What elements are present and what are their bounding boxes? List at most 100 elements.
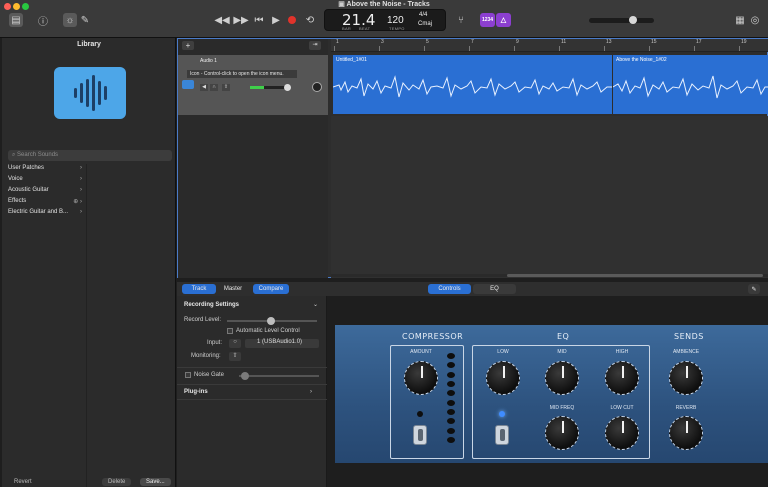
mute-icon[interactable]: ◀ bbox=[200, 84, 208, 91]
mid-eq-knob[interactable] bbox=[545, 361, 579, 395]
chevron-right-icon: › bbox=[80, 209, 82, 215]
library-toggle-icon[interactable]: ▤ bbox=[9, 13, 23, 27]
lcd-tempo-caption: TEMPO bbox=[389, 26, 405, 31]
pan-knob[interactable] bbox=[312, 82, 322, 92]
mid-label: MID bbox=[557, 349, 567, 355]
record-button[interactable] bbox=[288, 16, 296, 24]
compare-button[interactable]: Compare bbox=[253, 284, 289, 294]
audio-region[interactable]: Above the Noise_1#02 bbox=[613, 55, 768, 114]
tab-controls[interactable]: Controls bbox=[428, 284, 471, 294]
ruler-tick-label: 11 bbox=[561, 39, 567, 45]
patch-icon[interactable] bbox=[54, 67, 126, 119]
track-header[interactable]: Audio 1 ◀ ∩ ⇧ bbox=[178, 55, 328, 115]
ruler-tick-mark bbox=[469, 46, 470, 51]
ruler-tick-mark bbox=[694, 46, 695, 51]
horizontal-scrollbar[interactable] bbox=[331, 274, 768, 277]
high-eq-knob[interactable] bbox=[605, 361, 639, 395]
fast-forward-icon[interactable]: ▶▶ bbox=[233, 13, 248, 27]
delete-button[interactable]: Delete bbox=[102, 478, 132, 486]
record-level-thumb[interactable] bbox=[267, 317, 275, 325]
revert-button[interactable]: Revert bbox=[8, 478, 38, 486]
low-eq-knob[interactable] bbox=[486, 361, 520, 395]
inspector-icon[interactable]: ✎ bbox=[748, 284, 760, 294]
tab-eq[interactable]: EQ bbox=[473, 284, 516, 294]
compressor-toggle-switch[interactable] bbox=[413, 425, 427, 445]
amount-knob[interactable] bbox=[404, 361, 438, 395]
library-item-label: User Patches bbox=[8, 165, 45, 171]
ruler-tick-mark bbox=[604, 46, 605, 51]
note-pad-icon[interactable]: ▦ bbox=[733, 13, 747, 27]
library-item-effects[interactable]: Effects ⊕ › bbox=[8, 198, 84, 208]
go-to-beginning-icon[interactable]: ⏮ bbox=[252, 13, 266, 27]
scrollbar-thumb[interactable] bbox=[507, 274, 763, 277]
lcd-beat-caption: BEAT bbox=[359, 26, 371, 31]
smart-controls-icon[interactable]: ☼ bbox=[63, 13, 77, 27]
auto-level-checkbox[interactable] bbox=[227, 328, 233, 334]
track-lane-empty[interactable] bbox=[331, 116, 768, 278]
library-item-voice[interactable]: Voice › bbox=[8, 176, 84, 186]
divider bbox=[177, 399, 327, 400]
metronome-icon[interactable]: △ bbox=[496, 13, 511, 27]
library-search-input[interactable]: ⌕ Search Sounds bbox=[8, 150, 172, 161]
tab-track[interactable]: Track bbox=[182, 284, 216, 294]
library-item-acoustic-guitar[interactable]: Acoustic Guitar › bbox=[8, 187, 84, 197]
loop-browser-icon[interactable]: ◎ bbox=[748, 13, 762, 27]
noise-gate-slider[interactable] bbox=[239, 372, 319, 380]
mid-freq-knob[interactable] bbox=[545, 416, 579, 450]
reverb-knob[interactable] bbox=[669, 416, 703, 450]
chevron-right-icon[interactable]: › bbox=[310, 389, 312, 395]
eq-title: EQ bbox=[557, 332, 570, 341]
lcd-display[interactable]: 21.4 BAR BEAT 120 TEMPO 4/4 Cmaj bbox=[324, 9, 446, 31]
rewind-icon[interactable]: ◀◀ bbox=[214, 13, 229, 27]
library-item-electric-guitar[interactable]: Electric Guitar and B... › bbox=[8, 209, 84, 219]
track-level-meter bbox=[250, 86, 264, 89]
recording-settings-heading: Recording Settings bbox=[184, 302, 240, 308]
add-track-button[interactable]: + bbox=[182, 41, 194, 50]
save-button[interactable]: Save... bbox=[140, 478, 171, 486]
monitoring-label: Monitoring: bbox=[191, 353, 221, 359]
cycle-icon[interactable]: ⟲ bbox=[303, 13, 317, 27]
noise-gate-checkbox[interactable] bbox=[185, 372, 191, 378]
waveform-icon bbox=[613, 75, 768, 99]
divider bbox=[177, 367, 327, 368]
plugins-heading[interactable]: Plug-ins bbox=[184, 389, 208, 395]
monitoring-button[interactable]: ⇧ bbox=[229, 352, 241, 361]
amount-label: AMOUNT bbox=[410, 349, 432, 355]
record-enable-icon[interactable]: ⇧ bbox=[222, 84, 230, 91]
record-level-slider[interactable] bbox=[227, 317, 317, 325]
track-name[interactable]: Audio 1 bbox=[200, 58, 217, 64]
chevron-down-icon[interactable]: ⌄ bbox=[313, 301, 318, 308]
play-icon[interactable]: ▶ bbox=[269, 13, 283, 27]
compressor-title: COMPRESSOR bbox=[402, 332, 464, 341]
headphones-icon[interactable]: ∩ bbox=[210, 84, 218, 91]
track-icon[interactable] bbox=[182, 80, 194, 89]
ruler[interactable]: 1 3 5 7 9 11 13 15 17 19 bbox=[331, 39, 768, 52]
master-volume-thumb[interactable] bbox=[629, 16, 637, 24]
count-in-button[interactable]: 1234 bbox=[480, 13, 495, 27]
chevron-right-icon: › bbox=[80, 187, 82, 193]
noise-gate-thumb[interactable] bbox=[241, 372, 249, 380]
library-title: Library bbox=[77, 41, 101, 48]
library-item-user-patches[interactable]: User Patches › bbox=[8, 165, 84, 175]
ruler-tick-mark bbox=[334, 46, 335, 51]
catch-playhead-icon[interactable]: ⇥ bbox=[309, 41, 321, 50]
ruler-tick-label: 1 bbox=[336, 39, 339, 45]
tab-master[interactable]: Master bbox=[218, 284, 248, 294]
editors-pencil-icon[interactable]: ✎ bbox=[78, 13, 92, 27]
smart-controls-panel: COMPRESSOR EQ SENDS AMOUNT LOW MID HIGH … bbox=[335, 325, 768, 463]
eq-toggle-switch[interactable] bbox=[495, 425, 509, 445]
master-volume-slider[interactable] bbox=[589, 16, 654, 24]
ambience-knob[interactable] bbox=[669, 361, 703, 395]
audio-region[interactable]: Untitled_1#01 bbox=[333, 55, 612, 114]
quick-help-icon[interactable]: ⓘ bbox=[36, 13, 50, 28]
track-volume-thumb[interactable] bbox=[284, 84, 291, 91]
track-volume-slider[interactable] bbox=[250, 84, 291, 91]
input-label: Input: bbox=[207, 340, 223, 346]
input-select[interactable]: 1 (USBAudio1.0) bbox=[245, 339, 319, 348]
ambience-label: AMBIENCE bbox=[672, 349, 700, 355]
ruler-tick-label: 7 bbox=[471, 39, 474, 45]
input-format-icon[interactable]: ○ bbox=[229, 339, 241, 348]
tuner-icon[interactable]: ⑂ bbox=[454, 13, 468, 27]
auto-level-label: Automatic Level Control bbox=[236, 328, 300, 334]
low-cut-knob[interactable] bbox=[605, 416, 639, 450]
